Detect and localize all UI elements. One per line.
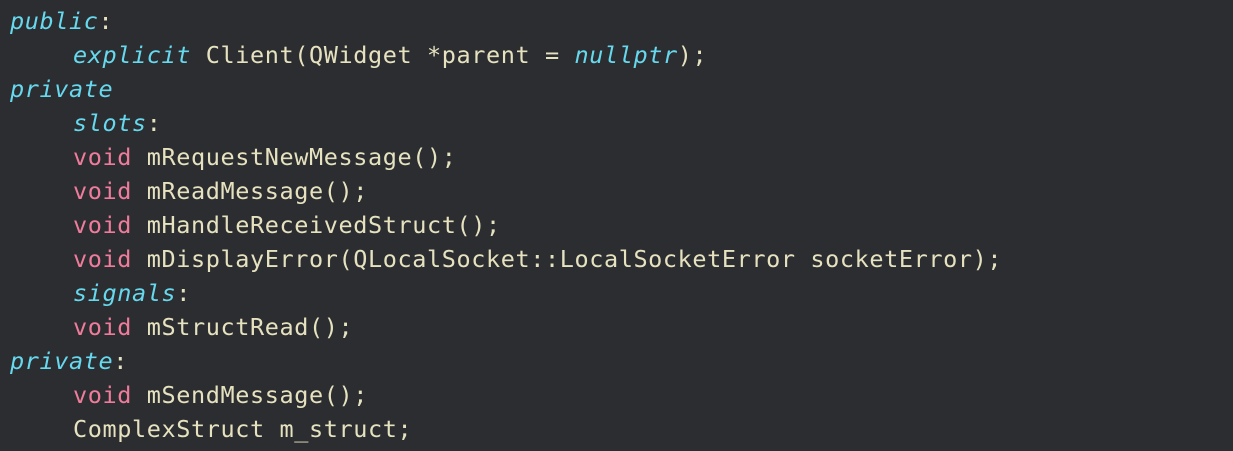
type-void: void bbox=[73, 143, 132, 171]
keyword-nullptr: nullptr bbox=[574, 41, 678, 69]
keyword-signals: signals bbox=[73, 279, 177, 307]
colon: : bbox=[98, 7, 114, 35]
pointer-operator: * bbox=[426, 41, 442, 69]
member-declaration: ComplexStruct m_struct; bbox=[73, 415, 413, 443]
code-line-2: explicit Client(QWidget *parent = nullpt… bbox=[10, 38, 1233, 72]
code-line-9: signals: bbox=[10, 276, 1233, 310]
code-line-11: private: bbox=[10, 344, 1233, 378]
type-void: void bbox=[73, 313, 132, 341]
code-line-1: public: bbox=[10, 4, 1233, 38]
method-declaration: mRequestNewMessage(); bbox=[132, 143, 457, 171]
constructor-signature: Client(QWidget bbox=[191, 41, 427, 69]
code-line-5: void mRequestNewMessage(); bbox=[10, 140, 1233, 174]
code-line-3: private bbox=[10, 72, 1233, 106]
type-void: void bbox=[73, 177, 132, 205]
keyword-explicit: explicit bbox=[73, 41, 191, 69]
colon: : bbox=[176, 279, 191, 307]
keyword-private: private bbox=[10, 75, 114, 103]
method-declaration: mStructRead(); bbox=[132, 313, 354, 341]
method-declaration: mReadMessage(); bbox=[132, 177, 368, 205]
colon: : bbox=[113, 347, 128, 375]
method-declaration: mHandleReceivedStruct(); bbox=[132, 211, 501, 239]
code-editor[interactable]: public: explicit Client(QWidget *parent … bbox=[0, 0, 1233, 451]
type-void: void bbox=[73, 381, 132, 409]
code-line-13: ComplexStruct m_struct; bbox=[10, 412, 1233, 446]
code-line-7: void mHandleReceivedStruct(); bbox=[10, 208, 1233, 242]
type-void: void bbox=[73, 245, 132, 273]
code-line-6: void mReadMessage(); bbox=[10, 174, 1233, 208]
keyword-public: public bbox=[10, 7, 99, 35]
parameter-name: parent = bbox=[441, 41, 575, 69]
closing-punct: ); bbox=[677, 41, 708, 69]
method-declaration: mSendMessage(); bbox=[132, 381, 368, 409]
code-line-10: void mStructRead(); bbox=[10, 310, 1233, 344]
keyword-slots: slots bbox=[73, 109, 147, 137]
code-line-8: void mDisplayError(QLocalSocket::LocalSo… bbox=[10, 242, 1233, 276]
method-declaration: mDisplayError(QLocalSocket::LocalSocketE… bbox=[132, 245, 1003, 273]
code-line-4: slots: bbox=[10, 106, 1233, 140]
type-void: void bbox=[73, 211, 132, 239]
code-line-12: void mSendMessage(); bbox=[10, 378, 1233, 412]
colon: : bbox=[146, 109, 162, 137]
keyword-private: private bbox=[10, 347, 114, 375]
